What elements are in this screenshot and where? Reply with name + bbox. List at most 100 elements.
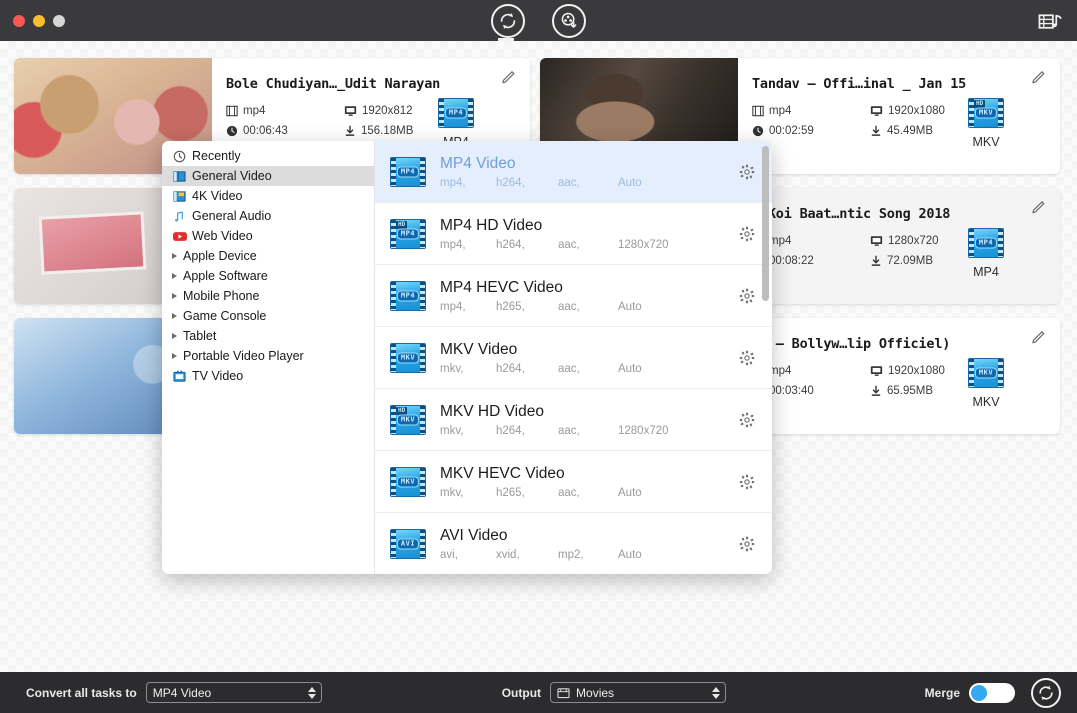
gear-icon: [739, 474, 755, 489]
category-item-tv-video[interactable]: TV Video: [162, 366, 374, 386]
format-row-avi-video[interactable]: AVI AVI Video avi, xvid, mp2, Auto: [375, 513, 772, 574]
category-item-mobile-phone[interactable]: Mobile Phone: [162, 286, 374, 306]
task-duration: 00:06:43: [226, 125, 344, 137]
media-library-button[interactable]: [1037, 11, 1063, 33]
tv-icon: [172, 369, 187, 383]
category-item-general-audio[interactable]: General Audio: [162, 206, 374, 226]
category-label: TV Video: [192, 369, 244, 383]
format-settings-button[interactable]: [732, 288, 762, 304]
task-target-format[interactable]: MKV MKV: [958, 358, 1014, 409]
category-item-apple-device[interactable]: Apple Device: [162, 246, 374, 266]
format-icon-wrapper: HD MKV: [388, 404, 428, 435]
format-row-mp4-hd-video[interactable]: HD MP4 MP4 HD Video mp4, h264, aac, 1280…: [375, 203, 772, 265]
format-settings-button[interactable]: [732, 412, 762, 428]
edit-pencil-icon[interactable]: [1031, 198, 1047, 214]
category-item-portable-video-player[interactable]: Portable Video Player: [162, 346, 374, 366]
stepper-arrows-icon: [712, 686, 721, 699]
format-icon: HD MKV: [968, 98, 1004, 128]
task-target-format[interactable]: HD MKV MKV: [958, 98, 1014, 149]
format-video-codec: h265,: [496, 301, 525, 313]
convert-all-label: Convert all tasks to: [26, 685, 137, 700]
format-name: MKV HD Video: [440, 403, 544, 420]
format-settings-button[interactable]: [732, 350, 762, 366]
task-title: Bole Chudiyan…_Udit Narayan: [226, 76, 441, 92]
format-name: MP4 HD Video: [440, 217, 543, 234]
format-resolution: Auto: [618, 301, 642, 313]
task-info: —S — Bollyw…lip Officiel) mp4 1920x1080 …: [738, 318, 1060, 434]
format-resolution: 1280x720: [618, 239, 669, 251]
toolbar-center: [0, 0, 1077, 41]
format-list-scrollbar[interactable]: [762, 146, 769, 301]
category-item-4k-video[interactable]: 4K Video: [162, 186, 374, 206]
convert-all-select[interactable]: MP4 Video: [145, 682, 322, 703]
task-size: 65.95MB: [870, 385, 1044, 397]
merge-label: Merge: [924, 685, 960, 700]
convert-button[interactable]: [1031, 677, 1061, 708]
task-target-format[interactable]: MP4 MP4: [958, 228, 1014, 279]
close-button[interactable]: [13, 14, 25, 27]
convert-icon: [1039, 685, 1053, 700]
format-container: mkv,: [440, 425, 464, 437]
format-name: MP4 HEVC Video: [440, 279, 563, 296]
task-title: b Koi Baat…ntic Song 2018: [752, 206, 951, 222]
format-row-mkv-video[interactable]: MKV MKV Video mkv, h264, aac, Auto: [375, 327, 772, 389]
format-container: avi,: [440, 549, 458, 561]
task-info: b Koi Baat…ntic Song 2018 mp4 1280x720 0…: [738, 188, 1060, 304]
task-target-label: MKV: [972, 135, 1000, 149]
category-item-recently[interactable]: Recently: [162, 146, 374, 166]
gear-icon: [739, 412, 755, 427]
format-icon: MKV: [968, 358, 1004, 388]
clock-icon: [172, 149, 187, 163]
zoom-button[interactable]: [53, 14, 65, 27]
format-settings-button[interactable]: [732, 474, 762, 490]
monitor-icon: [870, 236, 883, 246]
gear-icon: [739, 350, 755, 365]
format-settings-button[interactable]: [732, 536, 762, 552]
format-container: mp4,: [440, 177, 466, 189]
minimize-button[interactable]: [33, 14, 45, 27]
video-music-icon: [1038, 13, 1062, 29]
download-icon: [871, 125, 881, 136]
category-label: Game Console: [183, 309, 267, 323]
edit-pencil-icon[interactable]: [501, 68, 517, 84]
edit-pencil-icon[interactable]: [1031, 328, 1047, 344]
format-resolution: Auto: [618, 549, 642, 561]
format-settings-button[interactable]: [732, 226, 762, 242]
format-specs: mkv, h265, aac, Auto: [440, 487, 732, 499]
monitor-icon: [344, 106, 357, 116]
format-text: MKV Video mkv, h264, aac, Auto: [428, 340, 732, 375]
format-specs: mkv, h264, aac, 1280x720: [440, 425, 732, 437]
category-item-game-console[interactable]: Game Console: [162, 306, 374, 326]
merge-toggle[interactable]: [969, 682, 1015, 703]
format-row-mp4-hevc-video[interactable]: MP4 MP4 HEVC Video mp4, h265, aac, Auto: [375, 265, 772, 327]
download-icon: [871, 255, 881, 266]
format-list: MP4 MP4 Video mp4, h264, aac, Auto HD MP…: [375, 141, 772, 574]
format-specs: mp4, h264, aac, Auto: [440, 177, 732, 189]
category-item-tablet[interactable]: Tablet: [162, 326, 374, 346]
format-icon-wrapper: MP4: [388, 156, 428, 187]
download-video-icon: [561, 12, 577, 28]
format-picker-popup: Recently General Video 4K Video General …: [162, 141, 772, 574]
category-label: Recently: [192, 149, 241, 163]
format-row-mkv-hevc-video[interactable]: MKV MKV HEVC Video mkv, h265, aac, Auto: [375, 451, 772, 513]
format-specs: avi, xvid, mp2, Auto: [440, 549, 732, 561]
format-row-mkv-hd-video[interactable]: HD MKV MKV HD Video mkv, h264, aac, 1280…: [375, 389, 772, 451]
format-settings-button[interactable]: [732, 164, 762, 180]
format-audio-codec: aac,: [558, 301, 580, 313]
gear-icon: [739, 536, 755, 551]
category-label: Tablet: [183, 329, 217, 343]
task-target-label: MKV: [972, 395, 1000, 409]
convert-tab-button[interactable]: [491, 3, 525, 38]
traffic-lights: [13, 14, 65, 27]
main-content: Bole Chudiyan…_Udit Narayan mp4 1920x812…: [0, 41, 1077, 672]
format-specs: mp4, h265, aac, Auto: [440, 301, 732, 313]
output-select[interactable]: Movies: [550, 682, 727, 703]
format-resolution: Auto: [618, 363, 642, 375]
category-item-web-video[interactable]: Web Video: [162, 226, 374, 246]
format-row-mp4-video[interactable]: MP4 MP4 Video mp4, h264, aac, Auto: [375, 141, 772, 203]
edit-pencil-icon[interactable]: [1031, 68, 1047, 84]
category-item-apple-software[interactable]: Apple Software: [162, 266, 374, 286]
category-label: General Video: [192, 169, 272, 183]
download-tab-button[interactable]: [552, 3, 586, 38]
category-item-general-video[interactable]: General Video: [162, 166, 374, 186]
